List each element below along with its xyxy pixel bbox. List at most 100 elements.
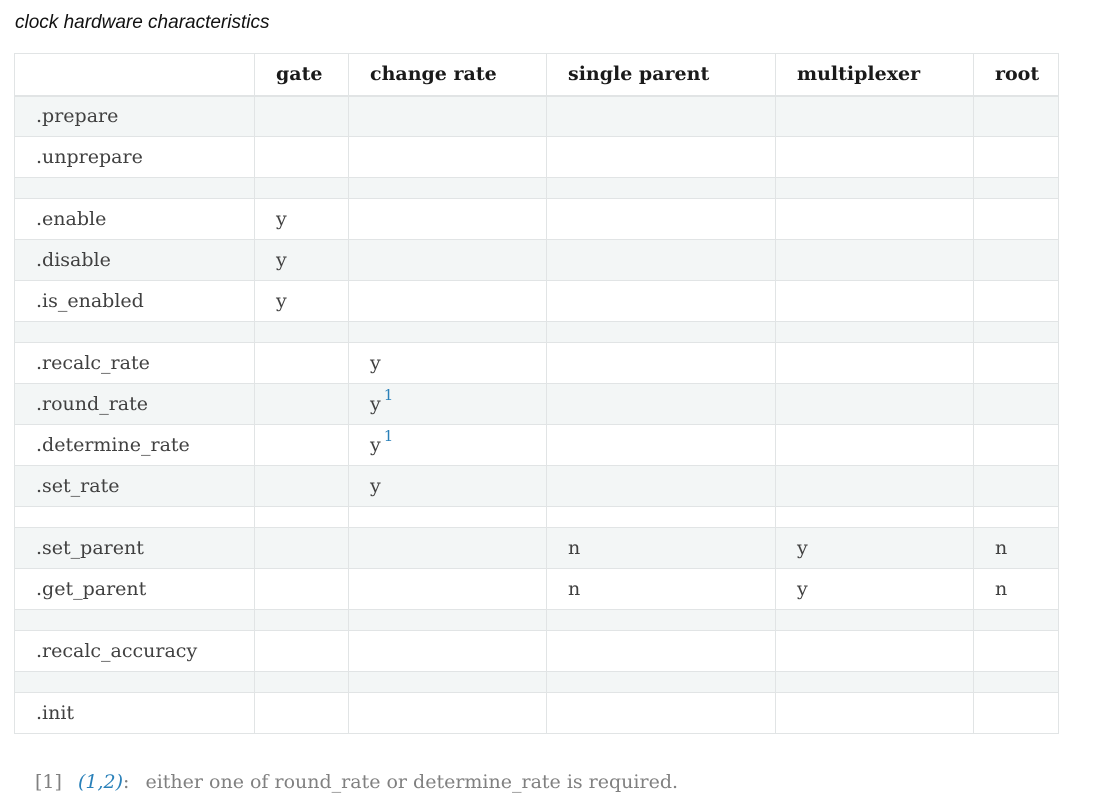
cell-gate — [254, 342, 349, 384]
cell-value: .get_parent — [36, 578, 147, 600]
spacer-cell — [254, 671, 349, 693]
table-row: .prepare — [14, 95, 1059, 137]
cell-value: y — [797, 578, 808, 600]
footnote-text: either one of round_rate or determine_ra… — [145, 771, 679, 793]
cell-value: .enable — [36, 208, 107, 230]
table-spacer-row — [14, 177, 1059, 199]
cell-value: y — [276, 208, 287, 230]
cell-multiplexer — [775, 136, 974, 178]
spacer-cell — [546, 671, 776, 693]
table-row: .recalc_accuracy — [14, 630, 1059, 672]
cell-single-parent: n — [546, 568, 776, 610]
header-cell-change-rate: change rate — [348, 53, 547, 97]
cell-change-rate — [348, 280, 547, 322]
cell-operation: .prepare — [14, 95, 255, 137]
table-row: .enable y — [14, 198, 1059, 240]
spacer-cell — [973, 671, 1059, 693]
cell-change-rate: y1 — [348, 424, 547, 466]
footnote-colon: : — [123, 771, 130, 793]
footnote-reference-link[interactable]: 1 — [384, 427, 394, 445]
cell-single-parent — [546, 239, 776, 281]
cell-value: y — [370, 352, 381, 374]
cell-multiplexer — [775, 630, 974, 672]
spacer-cell — [546, 609, 776, 631]
cell-change-rate — [348, 568, 547, 610]
spacer-cell — [348, 506, 547, 528]
spacer-cell — [348, 177, 547, 199]
spacer-cell — [973, 609, 1059, 631]
cell-operation: .unprepare — [14, 136, 255, 178]
spacer-cell — [14, 671, 255, 693]
cell-value: .prepare — [36, 105, 119, 128]
cell-gate — [254, 136, 349, 178]
cell-value: .round_rate — [36, 393, 148, 415]
header-cell-gate: gate — [254, 53, 349, 97]
spacer-cell — [348, 609, 547, 631]
cell-value: y — [370, 393, 381, 415]
clock-hardware-table: gate change rate single parent multiplex… — [14, 53, 1059, 734]
cell-single-parent — [546, 342, 776, 384]
spacer-cell — [775, 177, 974, 199]
cell-root — [973, 692, 1059, 734]
cell-gate — [254, 383, 349, 425]
cell-operation: .recalc_rate — [14, 342, 255, 384]
cell-multiplexer — [775, 280, 974, 322]
spacer-cell — [973, 506, 1059, 528]
table-row: .disable y — [14, 239, 1059, 281]
cell-multiplexer — [775, 383, 974, 425]
cell-gate: y — [254, 280, 349, 322]
cell-value: y — [797, 537, 808, 559]
spacer-cell — [546, 177, 776, 199]
cell-single-parent: n — [546, 527, 776, 569]
cell-change-rate: y — [348, 342, 547, 384]
cell-multiplexer — [775, 95, 974, 137]
cell-root: n — [973, 527, 1059, 569]
spacer-cell — [254, 609, 349, 631]
cell-operation: .init — [14, 692, 255, 734]
cell-multiplexer — [775, 342, 974, 384]
cell-value: y — [276, 290, 287, 312]
header-row: gate change rate single parent multiplex… — [14, 53, 1059, 97]
cell-multiplexer — [775, 239, 974, 281]
cell-value: n — [995, 537, 1008, 559]
cell-gate — [254, 630, 349, 672]
cell-operation: .round_rate — [14, 383, 255, 425]
footnote-reference-link[interactable]: 1 — [384, 386, 394, 404]
table-row: .set_parent n y n — [14, 527, 1059, 569]
table-row: .recalc_rate y — [14, 342, 1059, 384]
cell-multiplexer — [775, 198, 974, 240]
cell-multiplexer — [775, 424, 974, 466]
cell-change-rate — [348, 527, 547, 569]
table-spacer-row — [14, 506, 1059, 528]
cell-operation: .get_parent — [14, 568, 255, 610]
table-body: .prepare .unprepare .enable y .disable y .is_e… — [14, 95, 1059, 734]
cell-operation: .is_enabled — [14, 280, 255, 322]
table-spacer-row — [14, 321, 1059, 343]
spacer-cell — [14, 177, 255, 199]
cell-gate — [254, 527, 349, 569]
cell-change-rate — [348, 630, 547, 672]
table-spacer-row — [14, 609, 1059, 631]
cell-multiplexer — [775, 692, 974, 734]
cell-gate — [254, 568, 349, 610]
table-row: .round_rate y 1 — [14, 383, 1059, 425]
spacer-cell — [254, 506, 349, 528]
cell-multiplexer: y — [775, 527, 974, 569]
table-row: .determine_rate y 1 — [14, 424, 1059, 466]
cell-value: .is_enabled — [36, 290, 144, 312]
cell-operation: .set_parent — [14, 527, 255, 569]
footnote-backref-links[interactable]: (1,2) — [78, 771, 123, 793]
spacer-cell — [348, 321, 547, 343]
cell-gate — [254, 692, 349, 734]
spacer-cell — [775, 671, 974, 693]
cell-root — [973, 383, 1059, 425]
cell-value: .unprepare — [36, 146, 143, 168]
cell-value: y — [370, 434, 381, 456]
spacer-cell — [546, 321, 776, 343]
cell-change-rate — [348, 692, 547, 734]
table-row: .get_parent n y n — [14, 568, 1059, 610]
cell-value: .determine_rate — [36, 434, 190, 456]
footnote-label: [1] — [35, 771, 62, 793]
cell-value: .disable — [36, 249, 111, 271]
table-caption: clock hardware characteristics — [15, 12, 270, 33]
